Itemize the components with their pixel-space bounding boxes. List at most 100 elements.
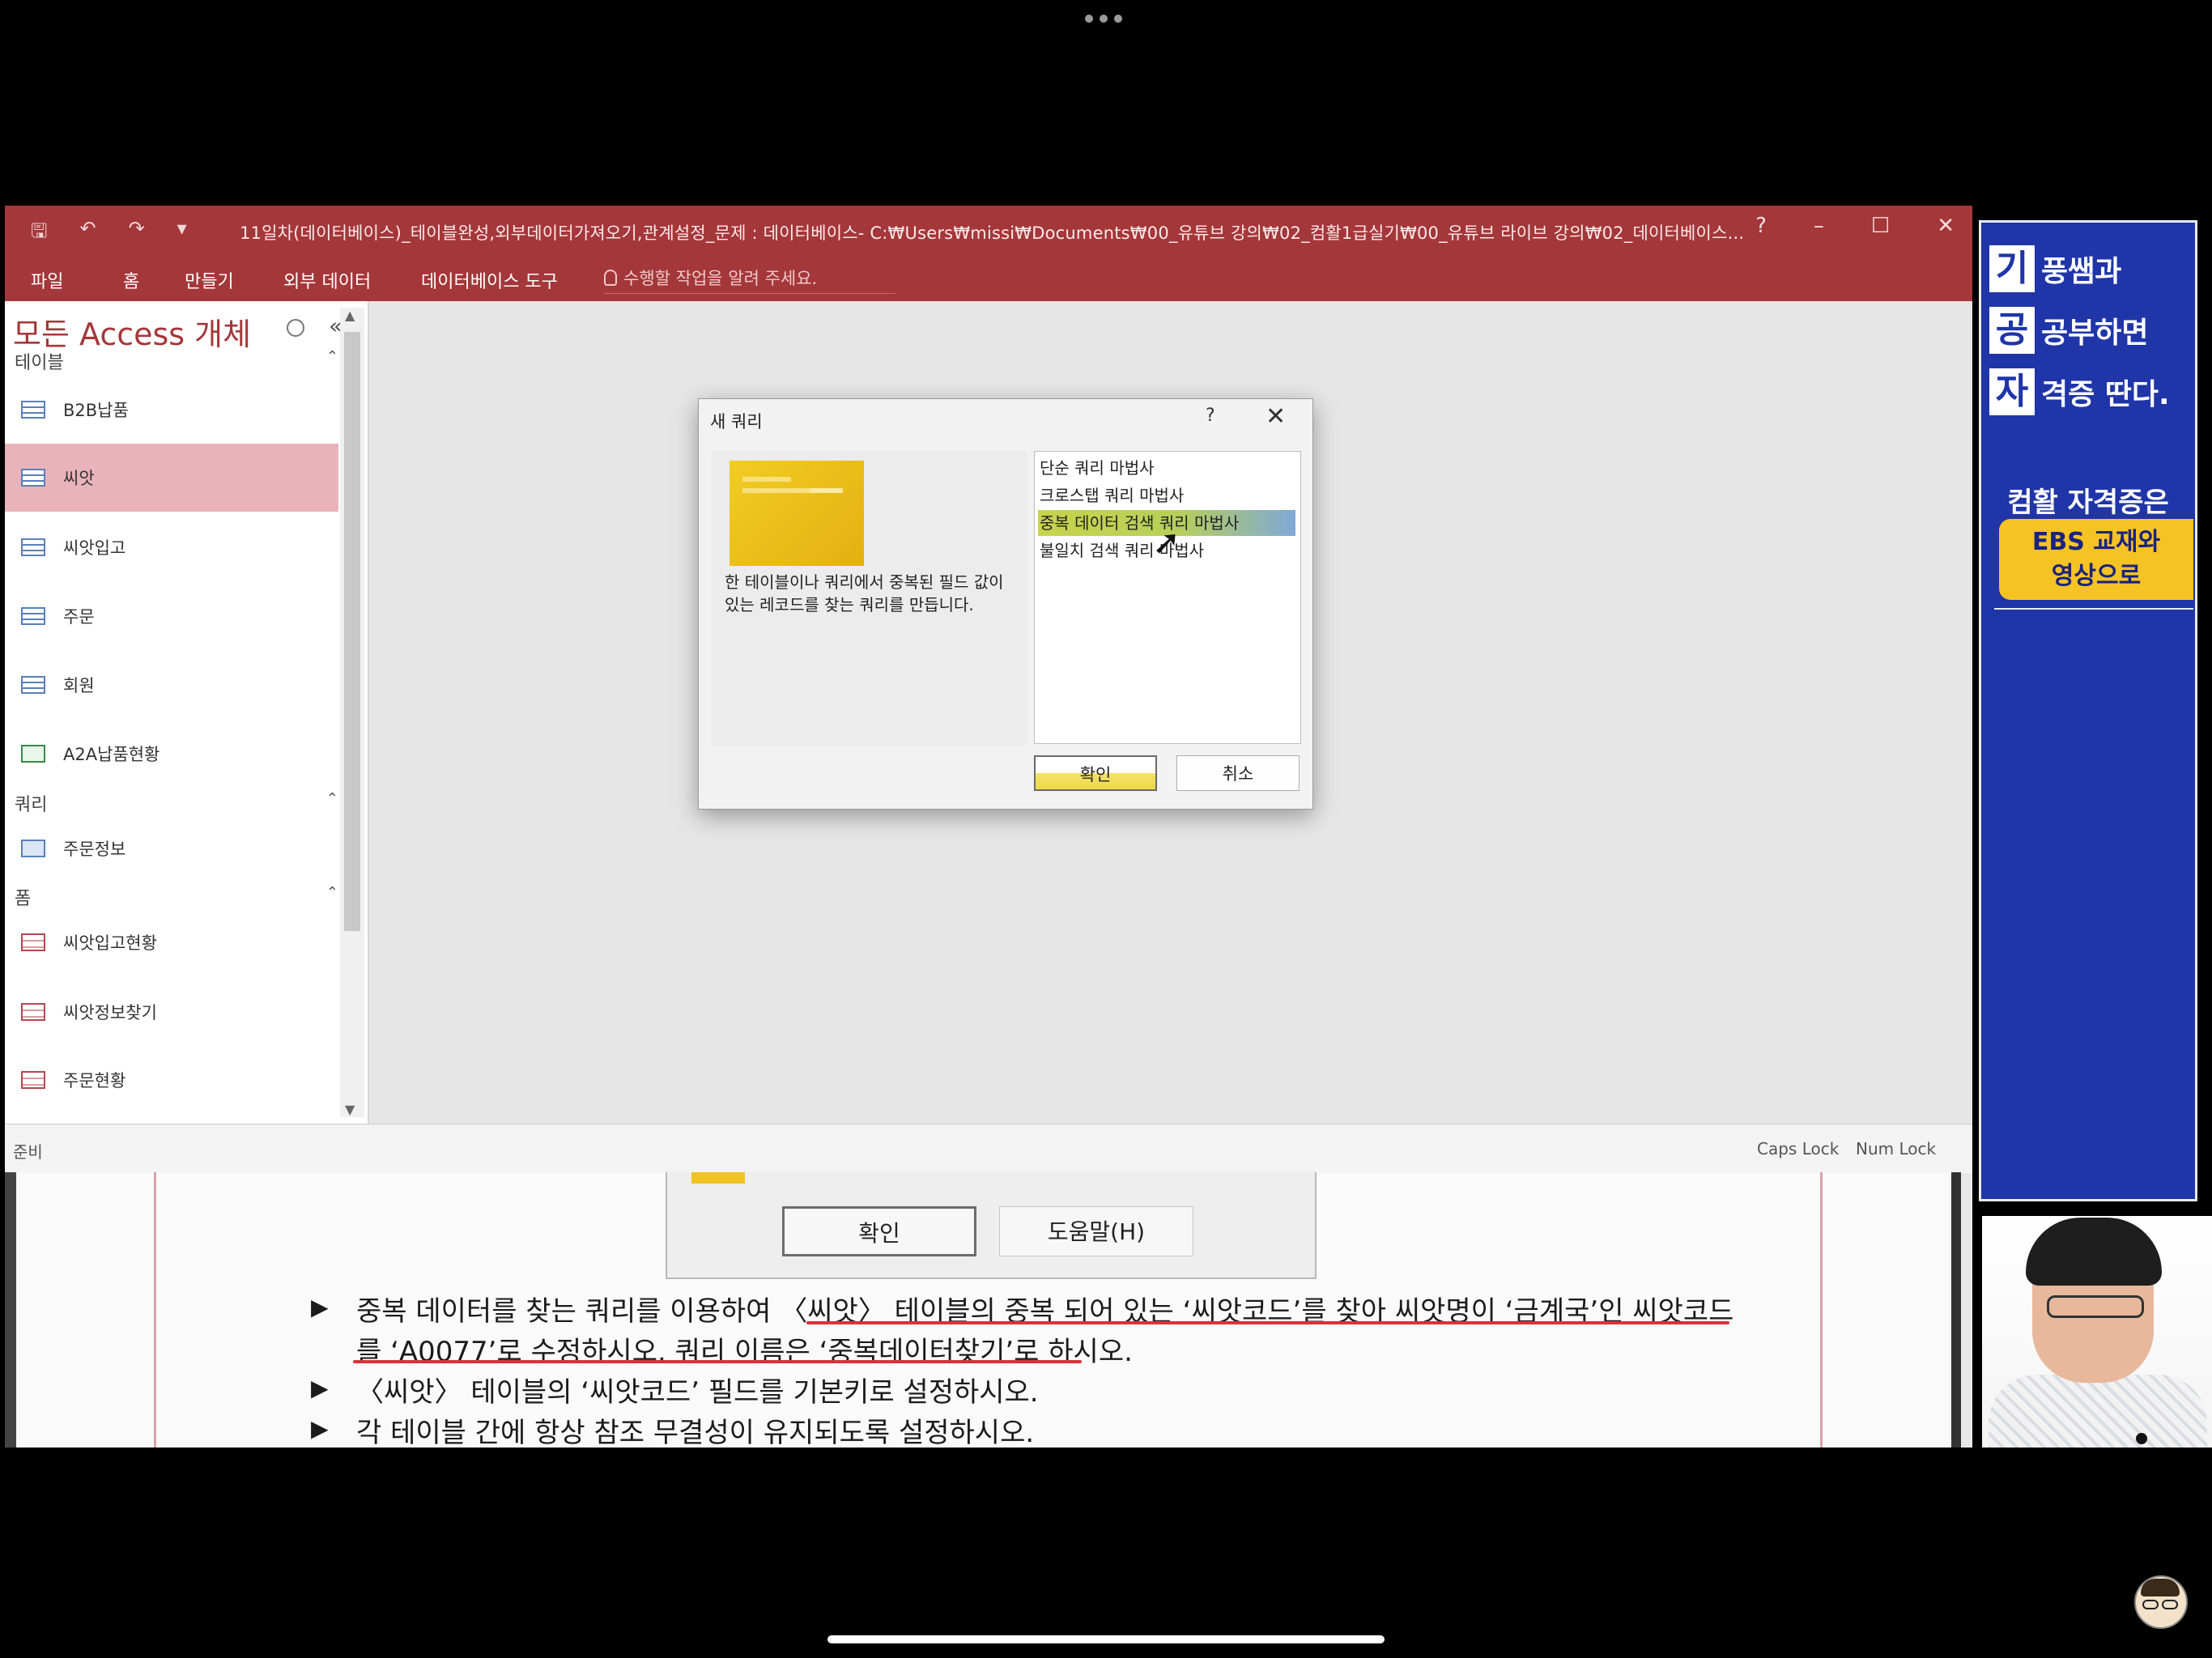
nav-item-label: 씨앗정보찾기 (63, 1003, 157, 1022)
customize-toolbar-icon[interactable]: ▾ (177, 217, 187, 250)
bullet-icon: ▶ (311, 1375, 329, 1401)
warning-icon (691, 1172, 745, 1184)
wizard-list[interactable]: 단순 쿼리 마법사 크로스탭 쿼리 마법사 중복 데이터 검색 쿼리 마법사 불… (1034, 451, 1301, 744)
chevron-up-icon: ⌃ (325, 348, 338, 365)
redo-icon[interactable]: ↷ (129, 217, 145, 250)
nav-item-order[interactable]: 주문 (5, 582, 338, 650)
mouse-cursor-icon: ➚ (1152, 522, 1181, 562)
textbook-page: 확인 도움말(H) ▶ 중복 데이터를 찾는 쿼리를 이용하여 〈씨앗〉 테이블… (5, 1172, 1961, 1449)
nav-item-label: 씨앗입고 (63, 538, 126, 558)
nav-menu-dropdown-icon[interactable] (287, 319, 304, 337)
textbook-help-button: 도움말(H) (999, 1206, 1193, 1256)
scroll-down-icon[interactable]: ▼ (345, 1102, 355, 1117)
query-icon (21, 840, 45, 857)
red-underline (353, 1360, 1082, 1363)
nav-item-order-info[interactable]: 주문정보 (5, 814, 338, 882)
presenter-webcam (1982, 1216, 2212, 1448)
group-label: 쿼리 (15, 795, 48, 815)
form-icon (21, 933, 45, 951)
banner-highlight: EBS 교재와 영상으로 (1999, 519, 2193, 600)
window-controls: ? – ☐ ✕ (1755, 214, 1955, 238)
tab-external-data[interactable]: 외부 데이터 (283, 267, 371, 293)
banner-row-1: 기 풍쌤과 (1989, 245, 2121, 292)
bullet-icon: ▶ (311, 1415, 329, 1442)
status-ready: 준비 (13, 1142, 43, 1162)
nav-item-label: 씨앗입고현황 (63, 933, 157, 953)
wizard-option-crosstab[interactable]: 크로스탭 쿼리 마법사 (1038, 483, 1295, 508)
promo-banner: 기 풍쌤과 공 공부하면 자 격증 딴다. 컴활 자격증은 EBS 교재와 영상… (1979, 220, 2197, 1201)
wizard-description: 한 테이블이나 쿼리에서 중복된 필드 값이 있는 레코드를 찾는 쿼리를 만듭… (725, 572, 1004, 614)
nav-item-label: 주문정보 (63, 840, 126, 859)
nav-item-label: B2B납품 (63, 401, 129, 420)
form-icon (21, 1071, 45, 1089)
close-button[interactable]: ✕ (1937, 214, 1955, 238)
new-query-dialog: 새 쿼리 ? ✕ 한 테이블이나 쿼리에서 중복된 필드 값이 있는 레코드를 … (698, 398, 1313, 810)
help-button[interactable]: ? (1755, 214, 1767, 238)
red-underline (806, 1321, 1729, 1324)
table-icon (21, 607, 45, 625)
banner-highlight-line-2: 영상으로 (2051, 562, 2142, 590)
home-indicator[interactable] (827, 1635, 1385, 1643)
nav-item-b2b[interactable]: B2B납품 (5, 376, 338, 444)
banner-divider (1994, 608, 2193, 610)
cancel-button[interactable]: 취소 (1176, 755, 1300, 791)
nav-pane-title[interactable]: 모든 Access 개체 (13, 309, 251, 354)
tab-create[interactable]: 만들기 (185, 267, 234, 293)
caps-lock-indicator: Caps Lock (1757, 1139, 1840, 1158)
chevron-up-icon: ⌃ (325, 790, 338, 807)
instruction-line-4: 각 테이블 간에 항상 참조 무결성이 유지되도록 설정하시오. (356, 1417, 1035, 1449)
lightbulb-icon (604, 270, 617, 286)
more-options-dots[interactable] (1085, 15, 1129, 23)
dialog-title: 새 쿼리 (710, 412, 763, 432)
microphone-icon (2136, 1433, 2147, 1444)
ok-button[interactable]: 확인 (1034, 755, 1157, 791)
table-icon (21, 401, 45, 419)
tell-me-placeholder: 수행할 작업을 알려 주세요. (623, 269, 818, 288)
nav-item-label: 회원 (63, 676, 95, 695)
instruction-line-3: 〈씨앗〉 테이블의 ‘씨앗코드’ 필드를 기본키로 설정하시오. (356, 1376, 1039, 1409)
maximize-button[interactable]: ☐ (1871, 214, 1890, 238)
nav-item-member[interactable]: 회원 (5, 651, 338, 719)
tab-file[interactable]: 파일 (31, 267, 63, 293)
wizard-preview-image (730, 461, 864, 566)
tab-database-tools[interactable]: 데이터베이스 도구 (421, 267, 558, 293)
scroll-up-icon[interactable]: ▲ (345, 308, 355, 323)
nav-item-label: 씨앗 (63, 469, 95, 488)
num-lock-indicator: Num Lock (1856, 1139, 1937, 1158)
table-icon (21, 469, 45, 487)
wizard-option-simple[interactable]: 단순 쿼리 마법사 (1038, 455, 1295, 481)
chevron-up-icon: ⌃ (325, 884, 338, 901)
banner-row-2: 공 공부하면 (1989, 307, 2148, 354)
status-bar: 준비 Caps Lock Num Lock (5, 1124, 1972, 1173)
save-icon[interactable]: 🖫 (31, 217, 47, 250)
nav-item-order-status[interactable]: 주문현황 (5, 1046, 338, 1114)
scrollbar-thumb[interactable] (344, 332, 360, 931)
wizard-preview-panel: 한 테이블이나 쿼리에서 중복된 필드 값이 있는 레코드를 찾는 쿼리를 만듭… (712, 451, 1027, 746)
banner-highlight-line-1: EBS 교재와 (2031, 528, 2161, 556)
nav-scrollbar[interactable]: ▲ ▼ (340, 308, 364, 1117)
group-label: 테이블 (15, 353, 64, 373)
nav-item-seed[interactable]: 씨앗 (5, 444, 338, 512)
table-icon (21, 538, 45, 556)
textbook-ok-button: 확인 (782, 1206, 976, 1256)
group-label: 폼 (15, 889, 32, 909)
channel-mascot-icon (2134, 1575, 2188, 1629)
document-title: 11일차(데이터베이스)_테이블완성,외부데이터가져오기,관계설정_문제 : 데… (240, 223, 1745, 243)
nav-item-label: A2A납품현황 (63, 745, 160, 764)
group-header-forms[interactable]: 폼 ⌃ (15, 884, 338, 910)
nav-item-seed-stock[interactable]: 씨앗입고 (5, 513, 338, 581)
dialog-close-button[interactable]: ✕ (1266, 402, 1286, 431)
minimize-button[interactable]: – (1814, 214, 1824, 238)
form-icon (21, 1003, 45, 1021)
nav-item-seed-info-search[interactable]: 씨앗정보찾기 (5, 978, 338, 1046)
group-header-queries[interactable]: 쿼리 ⌃ (15, 790, 338, 816)
nav-item-seed-stock-status[interactable]: 씨앗입고현황 (5, 908, 338, 976)
undo-icon[interactable]: ↶ (79, 217, 96, 250)
banner-row-3: 자 격증 딴다. (1989, 368, 2170, 415)
tell-me-search[interactable]: 수행할 작업을 알려 주세요. (604, 262, 895, 294)
group-header-tables[interactable]: 테이블 ⌃ (15, 348, 338, 374)
tab-home[interactable]: 홈 (123, 267, 139, 293)
nav-item-a2a[interactable]: A2A납품현황 (5, 720, 338, 788)
title-bar: 🖫 ↶ ↷ ▾ 11일차(데이터베이스)_테이블완성,외부데이터가져오기,관계설… (5, 206, 1972, 256)
dialog-help-button[interactable]: ? (1206, 406, 1215, 426)
